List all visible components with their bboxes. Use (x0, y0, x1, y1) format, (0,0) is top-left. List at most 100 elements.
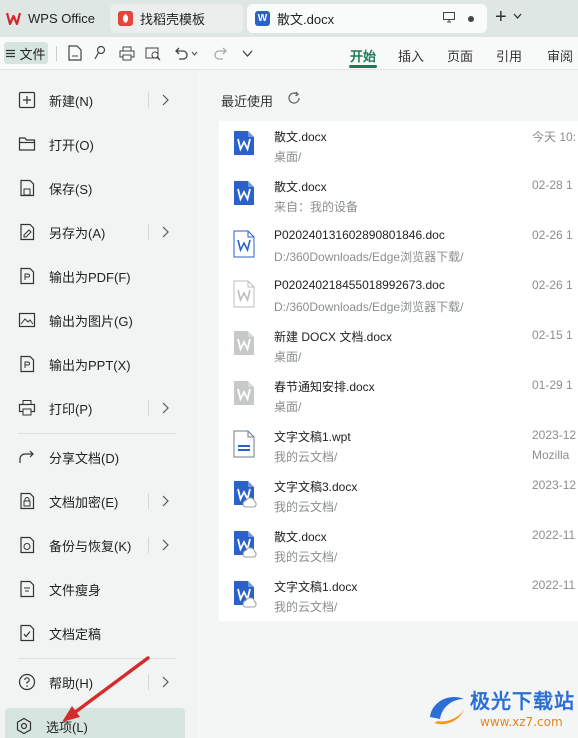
refresh-icon[interactable] (286, 90, 302, 106)
file-name: 新建 DOCX 文档.docx (274, 330, 393, 344)
menu-label: 分享文档(D) (49, 450, 120, 466)
recent-file-row[interactable]: 散文.docx 来自：我的设备 02-28 1 (219, 171, 578, 221)
file-date: 02-26 1 (532, 228, 573, 242)
export-ppt-icon (18, 355, 36, 373)
file-name: P020240131602890801846.doc (274, 228, 445, 242)
menu-label: 打印(P) (49, 401, 93, 417)
save-as-icon (18, 223, 36, 241)
template-file-icon (233, 430, 255, 458)
recent-file-row[interactable]: 散文.docx 我的云文档/2022-11 (219, 521, 578, 571)
file-date: 02-28 1 (532, 178, 573, 192)
menu-label: 保存(S) (49, 181, 93, 197)
tab-label: 散文.docx (277, 12, 335, 27)
menu-item-save-as[interactable]: 另存为(A) (8, 214, 188, 250)
tab-label: 找稻壳模板 (140, 12, 206, 27)
recent-file-row[interactable]: 文字文稿1.docx 我的云文档/2022-11 (219, 571, 578, 621)
menu-item-new[interactable]: 新建(N) (8, 82, 188, 118)
chevron-right-icon[interactable] (158, 401, 172, 415)
menu-label: 另存为(A) (49, 225, 106, 241)
menu-label: 打开(O) (49, 137, 94, 153)
chevron-down-icon[interactable] (513, 7, 522, 27)
file-date: 01-29 1 (532, 378, 573, 392)
recent-file-row[interactable]: 新建 DOCX 文档.docx 桌面/02-15 1 (219, 321, 578, 371)
file-menu-button[interactable]: 文件 (4, 42, 48, 64)
tab-page[interactable]: 页面 (447, 46, 473, 65)
tab-wps-office[interactable]: WPS Office (0, 4, 106, 33)
tab-active-document[interactable]: W 散文.docx (247, 4, 487, 33)
recent-file-row[interactable]: P020240218455018992673.doc D:/360Download… (219, 271, 578, 321)
word-file-icon (233, 180, 255, 208)
file-date: 02-26 1 (532, 278, 573, 292)
divider (18, 433, 176, 434)
tab-docer-templates[interactable]: 找稻壳模板 (110, 4, 243, 33)
divider (148, 224, 149, 240)
tab-review[interactable]: 审阅 (547, 46, 573, 65)
menu-item-open[interactable]: 打开(O) (8, 126, 188, 162)
menu-item-share[interactable]: 分享文档(D) (8, 439, 188, 475)
file-name: 散文.docx (274, 130, 327, 144)
menu-item-slim-file[interactable]: 文件瘦身 (8, 571, 188, 607)
chevron-right-icon[interactable] (158, 538, 172, 552)
chevron-right-icon[interactable] (158, 93, 172, 107)
recent-file-row[interactable]: 文字文稿3.docx 我的云文档/2023-12 (219, 471, 578, 521)
file-location: D:/360Downloads/Edge浏览器下载/ (274, 300, 464, 314)
monitor-icon[interactable] (443, 12, 455, 26)
recent-file-row[interactable]: 文字文稿1.wpt 我的云文档/2023-12 Mozilla (219, 421, 578, 471)
menu-label: 备份与恢复(K) (49, 538, 132, 554)
redo-icon[interactable] (212, 44, 230, 62)
unsaved-dot-icon (467, 12, 475, 26)
word-file-icon (233, 330, 255, 358)
menu-item-print[interactable]: 打印(P) (8, 390, 188, 426)
menu-label: 输出为PDF(F) (49, 269, 131, 285)
menu-item-save[interactable]: 保存(S) (8, 170, 188, 206)
new-doc-icon[interactable] (66, 44, 84, 62)
undo-icon[interactable] (172, 44, 190, 62)
word-file-icon (233, 230, 255, 258)
tab-insert[interactable]: 插入 (398, 46, 424, 65)
hamburger-icon (6, 46, 16, 61)
file-location: 我的云文档/ (274, 450, 338, 464)
export-pdf-icon (18, 267, 36, 285)
menu-item-export-pdf[interactable]: 输出为PDF(F) (8, 258, 188, 294)
menu-item-export-ppt[interactable]: 输出为PPT(X) (8, 346, 188, 382)
chevron-right-icon[interactable] (158, 675, 172, 689)
file-date: 2023-12 (532, 478, 577, 492)
new-file-icon (18, 91, 36, 109)
active-tab-indicator (349, 65, 377, 68)
print-preview-icon[interactable] (144, 44, 162, 62)
recent-files-panel: 最近使用 散文.docx 桌面/今天 10: 散文.docx 来自：我的设备 02-28… (198, 70, 578, 738)
options-icon (15, 717, 33, 735)
menu-item-finalize[interactable]: 文档定稿 (8, 615, 188, 651)
tab-home[interactable]: 开始 (350, 46, 376, 65)
slim-file-icon (18, 580, 36, 598)
new-tab-plus-icon[interactable]: + (495, 7, 507, 27)
chevron-right-icon[interactable] (158, 494, 172, 508)
word-file-icon (233, 280, 255, 308)
word-doc-icon: W (255, 11, 270, 26)
recent-file-row[interactable]: P020240131602890801846.doc D:/360Download… (219, 221, 578, 271)
file-menu-label: 文件 (19, 46, 46, 62)
wps-logo-icon (6, 11, 21, 26)
file-name: 散文.docx (274, 530, 327, 544)
watermark: 极光下载站 www.xz7.com (420, 683, 578, 738)
recent-file-row[interactable]: 散文.docx 桌面/今天 10: (219, 121, 578, 171)
share-link-icon[interactable] (91, 44, 109, 62)
file-source: Mozilla (532, 448, 570, 462)
chevron-right-icon[interactable] (158, 225, 172, 239)
word-file-icon (233, 580, 257, 608)
word-file-icon (233, 380, 255, 408)
recent-file-row[interactable]: 春节通知安排.docx 桌面/01-29 1 (219, 371, 578, 421)
more-chevron-icon[interactable] (238, 44, 256, 62)
encrypt-icon (18, 492, 36, 510)
print-icon[interactable] (118, 44, 136, 62)
watermark-url: www.xz7.com (480, 715, 563, 729)
divider (148, 493, 149, 509)
menu-label: 文档加密(E) (49, 494, 119, 510)
file-name: 文字文稿1.wpt (274, 430, 351, 444)
tab-references[interactable]: 引用 (496, 46, 522, 65)
undo-dropdown-icon[interactable] (189, 44, 199, 62)
menu-item-encrypt[interactable]: 文档加密(E) (8, 483, 188, 519)
menu-item-backup[interactable]: 备份与恢复(K) (8, 527, 188, 563)
word-file-icon (233, 530, 257, 558)
menu-item-export-image[interactable]: 输出为图片(G) (8, 302, 188, 338)
